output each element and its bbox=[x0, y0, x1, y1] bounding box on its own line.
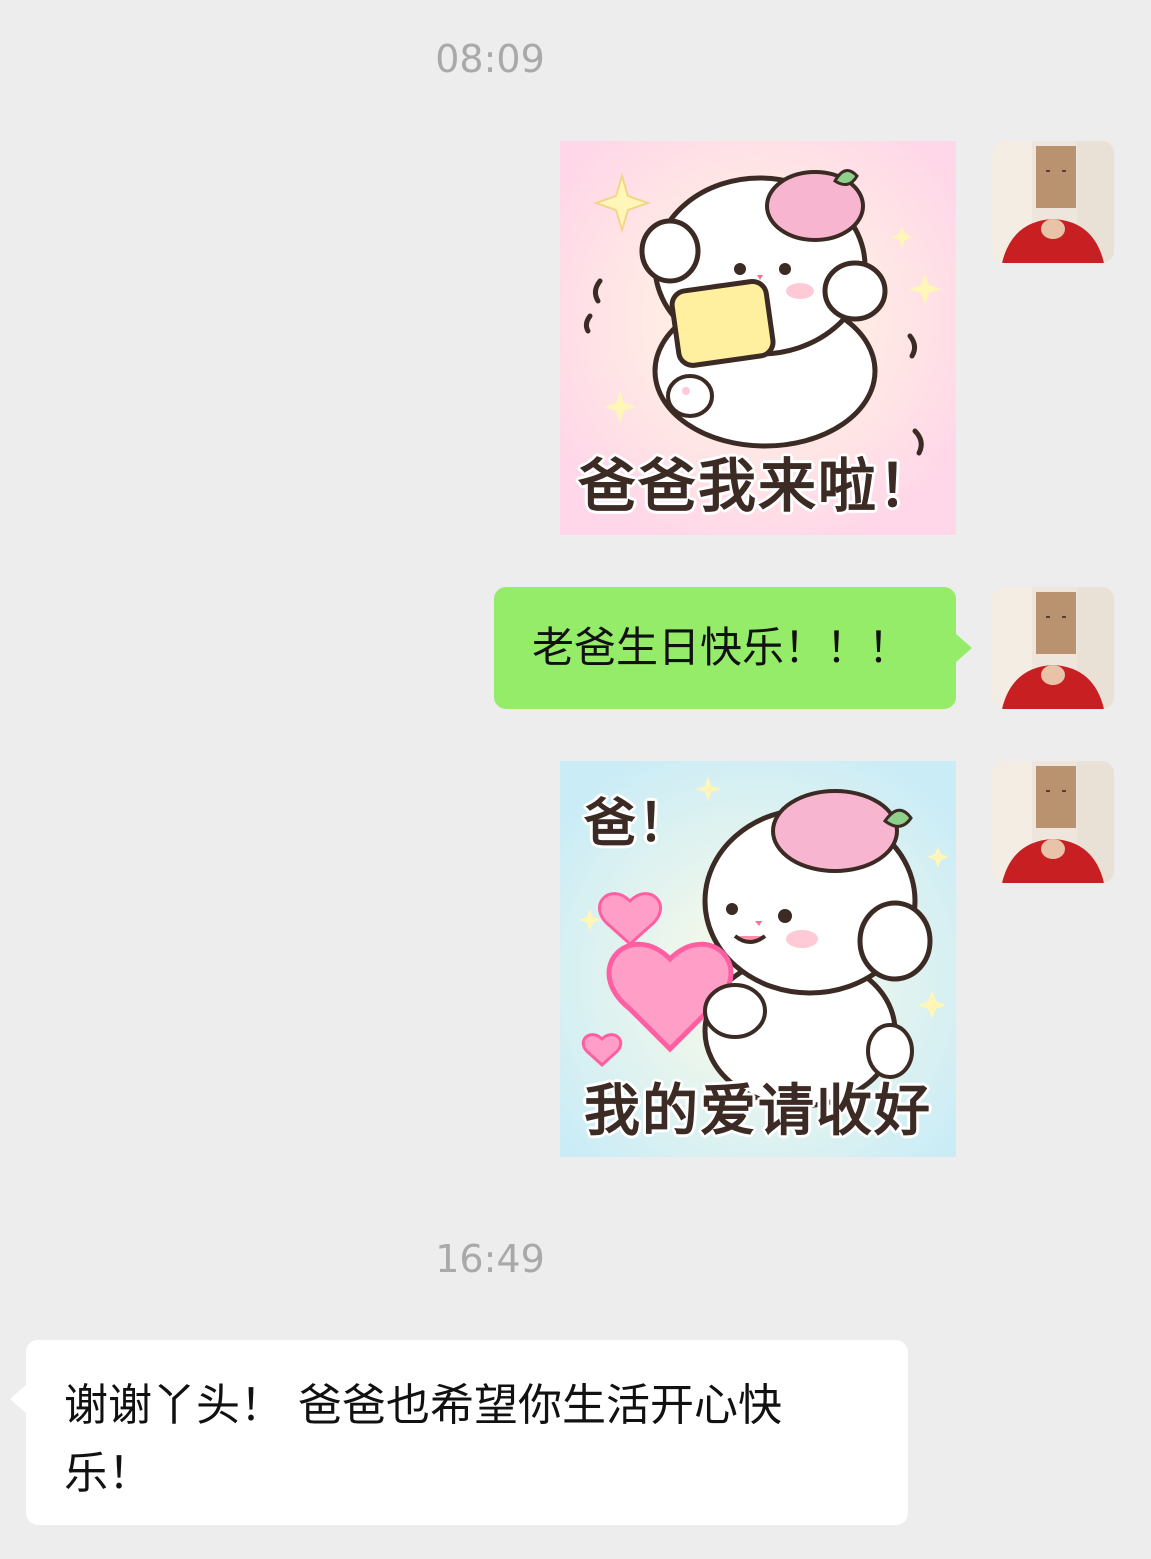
message-text: 谢谢丫头！ 爸爸也希望你生活开心快乐！ bbox=[64, 1380, 782, 1499]
sticker-message[interactable]: 爸！ 我的爱请收好 bbox=[560, 761, 956, 1157]
avatar-photo-icon bbox=[992, 587, 1114, 709]
user-avatar[interactable] bbox=[992, 141, 1114, 263]
message-text: 老爸生日快乐！！！ bbox=[532, 623, 911, 672]
sticker-message[interactable]: 爸爸我来啦！ bbox=[560, 141, 956, 535]
sticker-top-text: 爸！ bbox=[584, 794, 693, 854]
user-avatar[interactable] bbox=[992, 587, 1114, 709]
sticker-caption: 我的爱请收好 bbox=[584, 1079, 932, 1144]
avatar-photo-icon bbox=[992, 141, 1114, 263]
timestamp: 16:49 bbox=[435, 1237, 545, 1281]
avatar-photo-icon bbox=[992, 761, 1114, 883]
timestamp: 08:09 bbox=[435, 37, 545, 81]
sticker-caption: 爸爸我来啦！ bbox=[577, 452, 938, 520]
user-avatar[interactable] bbox=[992, 761, 1114, 883]
outgoing-message-bubble[interactable]: 老爸生日快乐！！！ bbox=[494, 587, 972, 709]
incoming-message-bubble[interactable]: 谢谢丫头！ 爸爸也希望你生活开心快乐！ bbox=[10, 1340, 908, 1525]
